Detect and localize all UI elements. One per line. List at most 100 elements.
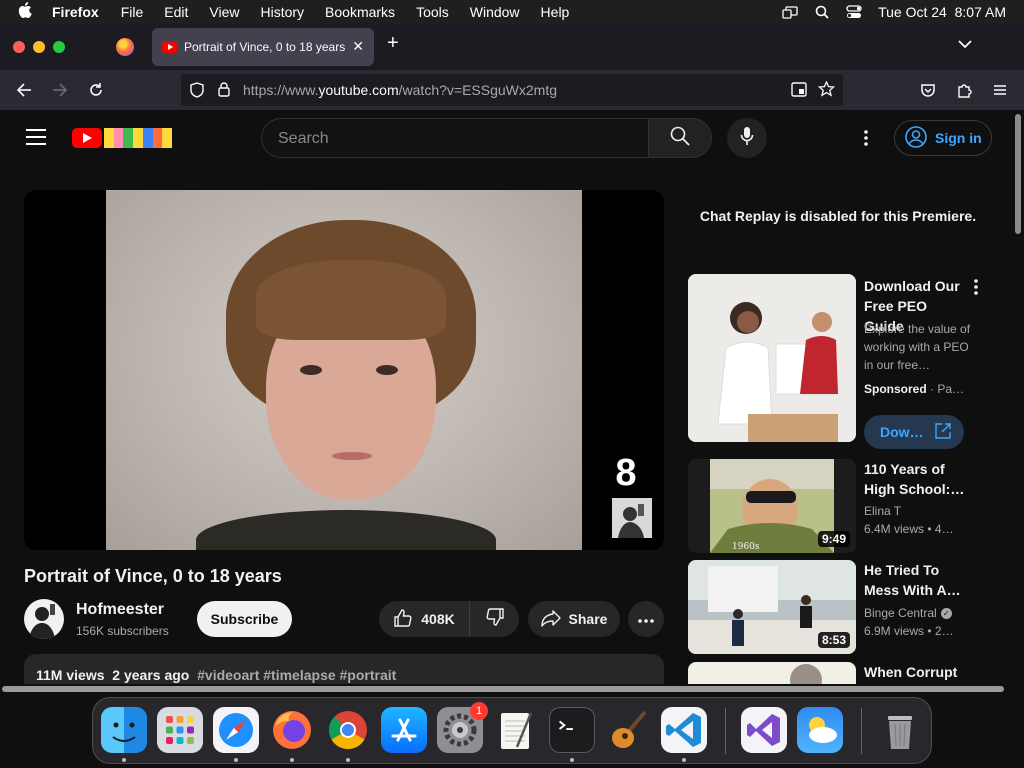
- safari-icon[interactable]: [213, 707, 259, 753]
- recommendation-channel: Elina T: [864, 504, 901, 518]
- extensions-puzzle-icon[interactable]: [953, 79, 975, 101]
- app-store-icon[interactable]: [381, 707, 427, 753]
- menu-view[interactable]: View: [209, 4, 239, 20]
- video-player[interactable]: 8: [24, 190, 664, 550]
- tab-youtube[interactable]: Portrait of Vince, 0 to 18 years ✕: [152, 28, 374, 66]
- visual-studio-icon[interactable]: [741, 707, 787, 753]
- sign-in-button[interactable]: Sign in: [894, 120, 992, 156]
- control-center-icon[interactable]: [846, 5, 862, 19]
- youtube-header: Search Sign in: [0, 110, 1012, 166]
- hashtags[interactable]: #videoart #timelapse #portrait: [197, 667, 396, 683]
- recommendation-title[interactable]: 110 Years of High School:…: [864, 459, 974, 499]
- app-name-menu[interactable]: Firefox: [52, 4, 99, 20]
- menu-edit[interactable]: Edit: [164, 4, 188, 20]
- apple-menu-icon[interactable]: [18, 2, 38, 22]
- ad-menu-kebab-icon[interactable]: [968, 278, 984, 296]
- sign-in-label: Sign in: [935, 130, 982, 146]
- guitar-icon[interactable]: [605, 707, 651, 753]
- vertical-scroll-thumb[interactable]: [1015, 114, 1021, 234]
- menu-file[interactable]: File: [121, 4, 144, 20]
- spotlight-search-icon[interactable]: [814, 5, 830, 19]
- share-button[interactable]: Share: [528, 601, 620, 637]
- dock: 1: [92, 697, 932, 764]
- menu-help[interactable]: Help: [541, 4, 570, 20]
- app-menu-hamburger-icon[interactable]: [989, 79, 1011, 101]
- menu-bar: Firefox File Edit View History Bookmarks…: [0, 0, 1024, 24]
- pocket-icon[interactable]: [917, 79, 939, 101]
- list-all-tabs-icon[interactable]: [958, 36, 972, 54]
- recommendation-meta: 6.9M views • 2…: [864, 624, 954, 638]
- recommendation-title[interactable]: When Corrupt: [864, 662, 974, 684]
- terminal-icon[interactable]: [549, 707, 595, 753]
- chrome-icon[interactable]: [325, 707, 371, 753]
- notification-badge: 1: [470, 702, 488, 720]
- verified-check-icon: ✓: [940, 607, 952, 619]
- textedit-icon[interactable]: [493, 707, 539, 753]
- reload-icon[interactable]: [85, 79, 107, 101]
- address-bar[interactable]: https://www.youtube.com/watch?v=ESSguWx2…: [181, 74, 843, 106]
- account-circle-icon: [905, 125, 927, 151]
- microphone-icon: [740, 126, 754, 151]
- new-tab-icon[interactable]: +: [387, 32, 399, 55]
- like-button[interactable]: 408K: [379, 601, 470, 637]
- more-horizontal-icon: [638, 610, 654, 628]
- search-input[interactable]: Search: [261, 118, 649, 158]
- ad-thumbnail[interactable]: [688, 274, 856, 442]
- subscribe-button[interactable]: Subscribe: [197, 601, 292, 637]
- weather-icon[interactable]: [797, 707, 843, 753]
- search-button[interactable]: [648, 118, 712, 158]
- window-minimize-button[interactable]: [33, 41, 45, 53]
- bookmark-star-icon[interactable]: [817, 80, 836, 100]
- forward-arrow-icon[interactable]: [49, 79, 71, 101]
- firefox-view-icon[interactable]: [116, 38, 134, 56]
- menu-tools[interactable]: Tools: [416, 4, 449, 20]
- firefox-icon[interactable]: [269, 707, 315, 753]
- recommendation-thumbnail[interactable]: 1960s 9:49: [688, 459, 856, 553]
- picture-in-picture-icon[interactable]: [791, 82, 807, 100]
- url-prefix: https://www.: [243, 82, 319, 98]
- lock-icon[interactable]: [218, 82, 230, 100]
- channel-name[interactable]: Hofmeester: [76, 601, 164, 619]
- vscode-icon[interactable]: [661, 707, 707, 753]
- description-box[interactable]: 11M views 2 years ago #videoart #timelap…: [24, 654, 664, 684]
- more-actions-button[interactable]: [628, 601, 664, 637]
- screen-mirroring-icon[interactable]: [782, 5, 798, 19]
- search-placeholder: Search: [278, 130, 329, 147]
- back-arrow-icon[interactable]: [13, 79, 35, 101]
- vertical-scrollbar[interactable]: [1012, 110, 1024, 688]
- tab-title: Portrait of Vince, 0 to 18 years: [184, 40, 346, 54]
- chat-replay-notice: Chat Replay is disabled for this Premier…: [699, 208, 977, 224]
- channel-watermark[interactable]: [612, 498, 652, 538]
- youtube-doodle-logo[interactable]: [104, 128, 172, 148]
- menu-history[interactable]: History: [260, 4, 304, 20]
- youtube-favicon-icon: [162, 41, 177, 53]
- window-close-button[interactable]: [13, 41, 25, 53]
- recommendation-thumbnail[interactable]: 8:53: [688, 560, 856, 654]
- finder-icon[interactable]: [101, 707, 147, 753]
- menu-window[interactable]: Window: [470, 4, 520, 20]
- window-zoom-button[interactable]: [53, 41, 65, 53]
- tab-strip: Portrait of Vince, 0 to 18 years ✕ +: [0, 24, 1024, 70]
- dislike-button[interactable]: [471, 601, 519, 637]
- view-count: 11M views: [36, 667, 105, 683]
- guide-menu-icon[interactable]: [26, 129, 46, 145]
- youtube-logo[interactable]: [72, 128, 102, 148]
- recommendation-title[interactable]: He Tried To Mess With A…: [864, 560, 974, 600]
- recommendation-thumbnail[interactable]: [688, 662, 856, 684]
- like-count: 408K: [421, 611, 455, 627]
- tab-close-icon[interactable]: ✕: [352, 38, 364, 55]
- menu-bookmarks[interactable]: Bookmarks: [325, 4, 395, 20]
- channel-avatar[interactable]: [24, 599, 64, 639]
- launchpad-icon[interactable]: [157, 707, 203, 753]
- menubar-clock[interactable]: Tue Oct 24 8:07 AM: [878, 4, 1006, 20]
- external-link-icon: [934, 422, 952, 443]
- horizontal-scroll-thumb[interactable]: [2, 686, 1004, 692]
- ad-cta-button[interactable]: Dow…: [864, 415, 964, 449]
- video-frame: [106, 190, 582, 550]
- horizontal-scrollbar[interactable]: [0, 684, 1012, 694]
- voice-search-button[interactable]: [727, 118, 767, 158]
- tracking-protection-shield-icon[interactable]: [190, 82, 204, 101]
- settings-kebab-icon[interactable]: [856, 128, 876, 148]
- trash-icon[interactable]: [877, 707, 923, 753]
- thumb-caption: 1960s: [732, 542, 760, 552]
